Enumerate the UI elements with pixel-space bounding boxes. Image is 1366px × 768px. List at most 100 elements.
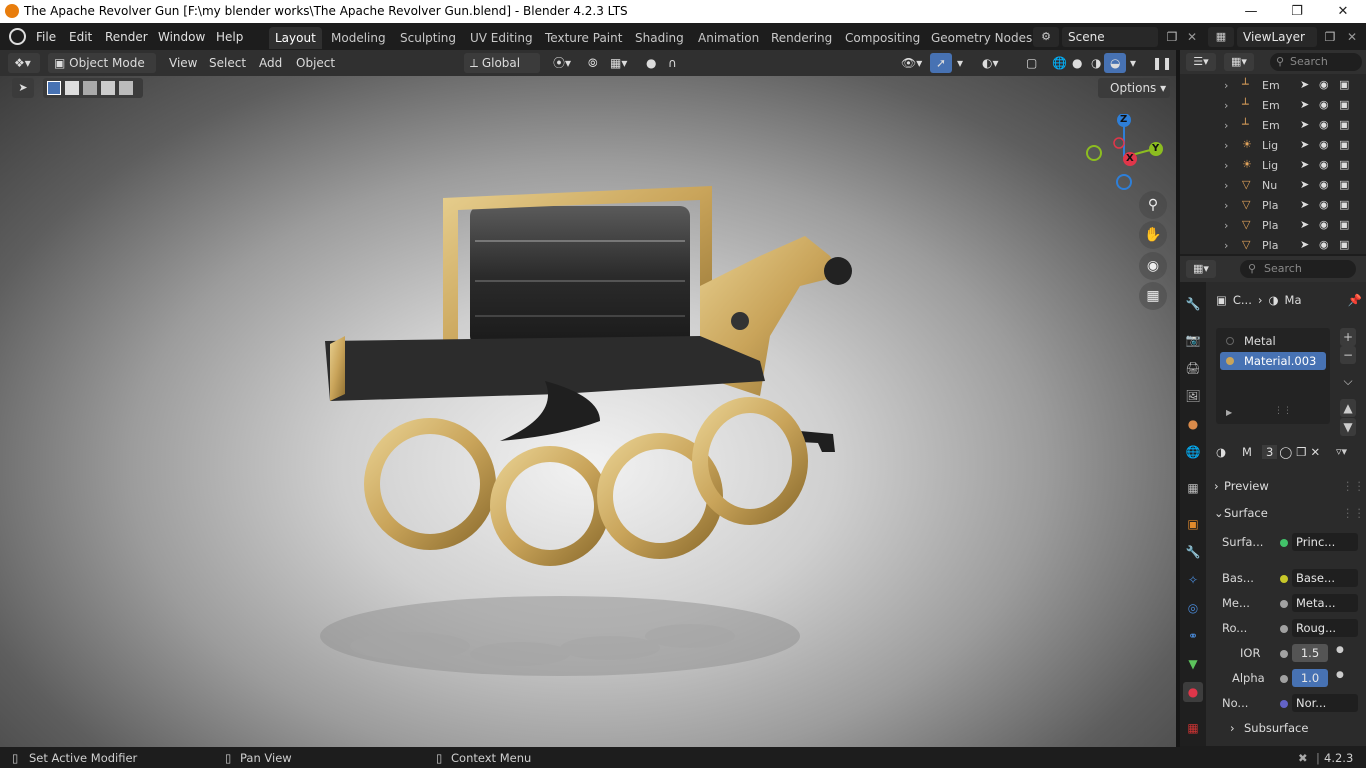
orientation-gizmo[interactable]: Z Y X (1084, 114, 1164, 194)
view-layer-tab-icon[interactable]: 🖼 (1183, 386, 1203, 406)
viewlayer-browse-icon[interactable]: ▦ (1208, 27, 1234, 47)
selectable-icon[interactable]: ➤ (1300, 198, 1309, 211)
outliner-editor-type-icon[interactable]: ☰▾ (1186, 53, 1216, 71)
display-mode-icon[interactable]: ▦▾ (1224, 53, 1254, 71)
menu-file[interactable]: File (32, 28, 60, 46)
render-camera-icon[interactable]: ▣ (1339, 158, 1349, 171)
render-tab-icon[interactable]: 📷 (1183, 330, 1203, 350)
add-slot-button[interactable]: + (1340, 328, 1356, 346)
outliner-row[interactable]: › ▽ Pla ➤ ◉ ▣ (1180, 236, 1366, 256)
select-invert-icon[interactable] (101, 81, 115, 95)
keyframe-dot-icon[interactable]: ● (1336, 670, 1344, 680)
eye-icon[interactable]: ◉ (1319, 118, 1329, 131)
normal-label[interactable]: No... (1222, 696, 1248, 710)
data-tab-icon[interactable]: ▼ (1183, 654, 1203, 674)
eye-icon[interactable]: ◉ (1319, 238, 1329, 251)
fake-user-icon[interactable]: ◯ (1277, 445, 1294, 459)
delete-viewlayer-icon[interactable]: ✕ (1344, 27, 1360, 47)
maximize-button[interactable]: ❐ (1274, 0, 1320, 23)
render-camera-icon[interactable]: ▣ (1339, 138, 1349, 151)
tab-modeling[interactable]: Modeling (325, 27, 392, 49)
render-camera-icon[interactable]: ▣ (1339, 218, 1349, 231)
outliner-row[interactable]: › ☀ Lig ➤ ◉ ▣ (1180, 136, 1366, 156)
outliner-search-input[interactable]: ⚲ Search (1270, 53, 1362, 71)
zoom-icon[interactable]: ⚲ (1139, 191, 1167, 219)
pause-render-icon[interactable]: ❚❚ (1146, 53, 1178, 73)
selectable-icon[interactable]: ➤ (1300, 158, 1309, 171)
material-browse-icon[interactable]: ◑ (1216, 445, 1236, 459)
drag-handle-icon[interactable]: ⋮⋮ (1342, 502, 1365, 524)
expand-chevron-icon[interactable]: › (1224, 119, 1228, 132)
selectable-icon[interactable]: ➤ (1300, 78, 1309, 91)
render-camera-icon[interactable]: ▣ (1339, 178, 1349, 191)
metallic-field[interactable]: Meta... (1292, 594, 1358, 612)
normal-field[interactable]: Nor... (1292, 694, 1358, 712)
user-count[interactable]: 3 (1262, 445, 1278, 459)
expand-chevron-icon[interactable]: › (1224, 179, 1228, 192)
eye-icon[interactable]: ◉ (1319, 178, 1329, 191)
scene-browse-icon[interactable]: ⚙ (1033, 27, 1059, 47)
select-intersect-icon[interactable] (119, 81, 133, 95)
eye-icon[interactable]: ◉ (1319, 78, 1329, 91)
eye-icon[interactable]: ◉ (1319, 138, 1329, 151)
eye-icon[interactable]: ◉ (1319, 158, 1329, 171)
menu-edit[interactable]: Edit (65, 28, 96, 46)
surface-shader-field[interactable]: Princ... (1292, 533, 1358, 551)
view-menu[interactable]: View (163, 53, 203, 73)
expand-chevron-icon[interactable]: › (1224, 99, 1228, 112)
tab-compositing[interactable]: Compositing (839, 27, 926, 49)
material-tab-icon[interactable]: ● (1183, 682, 1203, 702)
tab-uv-editing[interactable]: UV Editing (464, 27, 539, 49)
tab-animation[interactable]: Animation (692, 27, 765, 49)
resize-handle-icon[interactable]: ⋮⋮ (1274, 406, 1292, 416)
expand-icon[interactable]: ▶ (1226, 408, 1232, 417)
3d-viewport[interactable]: Z Y X ⚲ ✋ ◉ ▦ (0, 76, 1176, 747)
expand-chevron-icon[interactable]: › (1224, 219, 1228, 232)
expand-chevron-icon[interactable]: › (1224, 199, 1228, 212)
unlink-material-icon[interactable]: ✕ (1309, 445, 1323, 459)
select-tool-icon[interactable]: ➤ (12, 78, 34, 98)
tab-layout[interactable]: Layout (269, 27, 322, 49)
select-menu[interactable]: Select (203, 53, 252, 73)
eye-icon[interactable]: ◉ (1319, 98, 1329, 111)
render-camera-icon[interactable]: ▣ (1339, 238, 1349, 251)
material-name[interactable]: M (1236, 445, 1258, 459)
outliner-row[interactable]: › ┴ Em ➤ ◉ ▣ (1180, 76, 1366, 96)
mode-dropdown[interactable]: ▣ Object Mode ▾ (48, 53, 156, 90)
transform-orientation-dropdown[interactable]: ⟂ Global (464, 53, 540, 73)
new-scene-icon[interactable]: ❐ (1162, 27, 1182, 47)
snap-target-icon[interactable]: ▦▾ (604, 53, 633, 73)
constraints-tab-icon[interactable]: ⚭ (1183, 626, 1203, 646)
new-viewlayer-icon[interactable]: ❐ (1320, 27, 1340, 47)
outliner-row[interactable]: › ▽ Pla ➤ ◉ ▣ (1180, 196, 1366, 216)
collection-tab-icon[interactable]: ▦ (1183, 478, 1203, 498)
subsurface-panel-header[interactable]: › Subsurface (1228, 718, 1358, 738)
ior-field[interactable]: 1.5 (1292, 644, 1328, 662)
eye-icon[interactable]: ◉ (1319, 198, 1329, 211)
selectable-icon[interactable]: ➤ (1300, 218, 1309, 231)
properties-search-input[interactable]: ⚲ Search (1240, 260, 1356, 278)
tab-shading[interactable]: Shading (629, 27, 690, 49)
metallic-label[interactable]: Me... (1222, 596, 1250, 610)
expand-chevron-icon[interactable]: › (1224, 79, 1228, 92)
eye-icon[interactable]: ◉ (1319, 218, 1329, 231)
properties-editor-type-icon[interactable]: ▦▾ (1186, 260, 1216, 278)
gizmo-toggle-icon[interactable]: ➚ (930, 53, 953, 73)
outliner-row[interactable]: › ┴ Em ➤ ◉ ▣ (1180, 116, 1366, 136)
pivot-icon[interactable]: ⦿▾ (547, 53, 577, 73)
slot-specials-icon[interactable]: ⌵ (1340, 372, 1356, 390)
tab-sculpting[interactable]: Sculpting (394, 27, 462, 49)
expand-chevron-icon[interactable]: › (1224, 159, 1228, 172)
object-tab-icon[interactable]: ▣ (1183, 514, 1203, 534)
selectable-icon[interactable]: ➤ (1300, 238, 1309, 251)
preview-panel-header[interactable]: › Preview ⋮⋮ (1212, 475, 1366, 497)
expand-chevron-icon[interactable]: › (1224, 239, 1228, 252)
outliner-row[interactable]: › ☀ Lig ➤ ◉ ▣ (1180, 156, 1366, 176)
gizmo-dropdown-icon[interactable]: ▾ (951, 53, 969, 73)
blender-menu-icon[interactable] (9, 28, 26, 45)
selectable-icon[interactable]: ➤ (1300, 138, 1309, 151)
select-new-icon[interactable] (47, 81, 61, 95)
selectable-icon[interactable]: ➤ (1300, 178, 1309, 191)
editor-type-icon[interactable]: ❖▾ (8, 53, 40, 73)
scene-tab-icon[interactable]: ● (1183, 414, 1203, 434)
